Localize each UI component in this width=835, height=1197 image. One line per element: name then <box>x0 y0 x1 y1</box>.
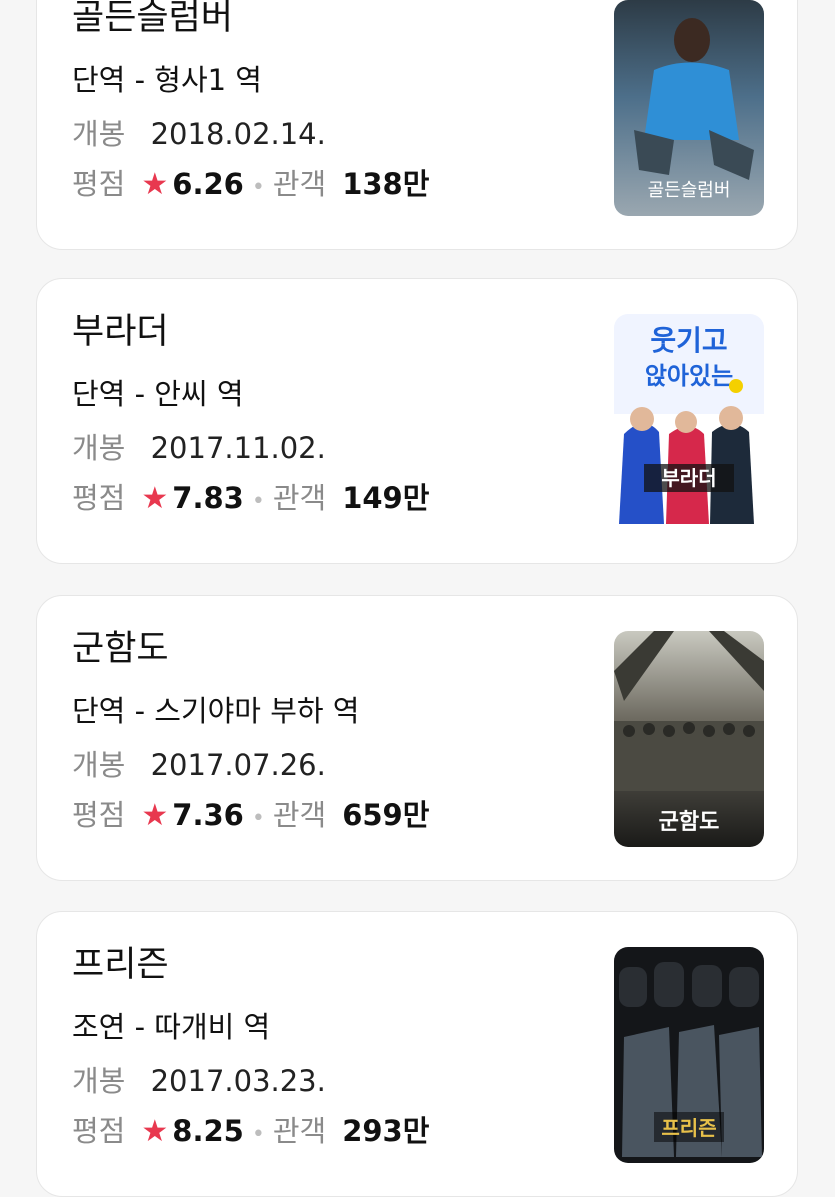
rating-value: 6.26 <box>172 167 244 201</box>
movie-role: 단역 - 형사1 역 <box>72 63 262 97</box>
star-icon: ★ <box>141 798 169 833</box>
audience-label: 관객 <box>272 1114 327 1148</box>
poster-text: 골든슬럼버 <box>648 180 731 201</box>
rating-value: 7.36 <box>172 798 244 832</box>
rating-value: 7.83 <box>172 481 244 515</box>
release-label: 개봉 <box>72 117 126 151</box>
rating-label: 평점 <box>72 167 126 201</box>
movie-poster[interactable]: 프리즌 <box>614 947 764 1163</box>
star-icon: ★ <box>141 481 169 516</box>
movie-release: 개봉 2017.03.23. <box>72 1058 326 1100</box>
movie-stats: 평점 ★ 7.36 • 관객 659만 <box>72 792 429 834</box>
movie-title[interactable]: 군함도 <box>72 620 169 671</box>
release-label: 개봉 <box>72 748 126 782</box>
star-icon: ★ <box>141 167 169 202</box>
movie-card[interactable]: 골든슬럼버 단역 - 형사1 역 개봉 2018.02.14. 평점 ★ 6.2… <box>36 0 798 250</box>
svg-text:웃기고: 웃기고 <box>650 324 727 357</box>
release-date: 2017.07.26. <box>150 748 326 782</box>
movie-title[interactable]: 골든슬럼버 <box>72 0 233 40</box>
audience-value: 138만 <box>342 167 430 201</box>
movie-release: 개봉 2017.07.26. <box>72 742 326 784</box>
audience-label: 관객 <box>272 481 327 515</box>
svg-text:앉아있는: 앉아있는 <box>645 362 733 390</box>
movie-poster[interactable]: 군함도 <box>614 631 764 847</box>
release-date: 2017.03.23. <box>150 1064 326 1098</box>
dot-separator-icon: • <box>251 1122 265 1147</box>
movie-title[interactable]: 프리즌 <box>72 936 169 987</box>
dot-separator-icon: • <box>251 489 265 514</box>
rating-label: 평점 <box>72 1114 126 1148</box>
audience-value: 293만 <box>342 1114 430 1148</box>
movie-poster[interactable]: 골든슬럼버 <box>614 0 764 216</box>
rating-label: 평점 <box>72 798 126 832</box>
rating-label: 평점 <box>72 481 126 515</box>
rating-value: 8.25 <box>172 1114 244 1148</box>
movie-role: 조연 - 따개비 역 <box>72 1010 271 1044</box>
audience-label: 관객 <box>272 167 327 201</box>
movie-release: 개봉 2017.11.02. <box>72 425 326 467</box>
movie-release: 개봉 2018.02.14. <box>72 111 326 153</box>
release-date: 2018.02.14. <box>150 117 326 151</box>
release-label: 개봉 <box>72 1064 126 1098</box>
audience-value: 659만 <box>342 798 430 832</box>
movie-card[interactable]: 프리즌 조연 - 따개비 역 개봉 2017.03.23. 평점 ★ 8.25 … <box>36 911 798 1197</box>
audience-label: 관객 <box>272 798 327 832</box>
dot-separator-icon: • <box>251 175 265 200</box>
movie-stats: 평점 ★ 6.26 • 관객 138만 <box>72 161 429 203</box>
dot-separator-icon: • <box>251 806 265 831</box>
poster-text: 부라더 <box>661 466 716 490</box>
release-label: 개봉 <box>72 431 126 465</box>
movie-poster[interactable]: 웃기고 앉아있는 부라더 <box>614 314 764 530</box>
poster-text: 프리즌 <box>661 1116 716 1140</box>
movie-card[interactable]: 군함도 단역 - 스기야마 부하 역 개봉 2017.07.26. 평점 ★ 7… <box>36 595 798 881</box>
movie-card[interactable]: 부라더 단역 - 안씨 역 개봉 2017.11.02. 평점 ★ 7.83 •… <box>36 278 798 564</box>
movie-role: 단역 - 안씨 역 <box>72 377 244 411</box>
movie-title[interactable]: 부라더 <box>72 303 169 354</box>
movie-role: 단역 - 스기야마 부하 역 <box>72 694 360 728</box>
audience-value: 149만 <box>342 481 430 515</box>
movie-stats: 평점 ★ 8.25 • 관객 293만 <box>72 1108 429 1150</box>
poster-text: 군함도 <box>659 810 720 835</box>
star-icon: ★ <box>141 1114 169 1149</box>
release-date: 2017.11.02. <box>150 431 326 465</box>
movie-stats: 평점 ★ 7.83 • 관객 149만 <box>72 475 429 517</box>
